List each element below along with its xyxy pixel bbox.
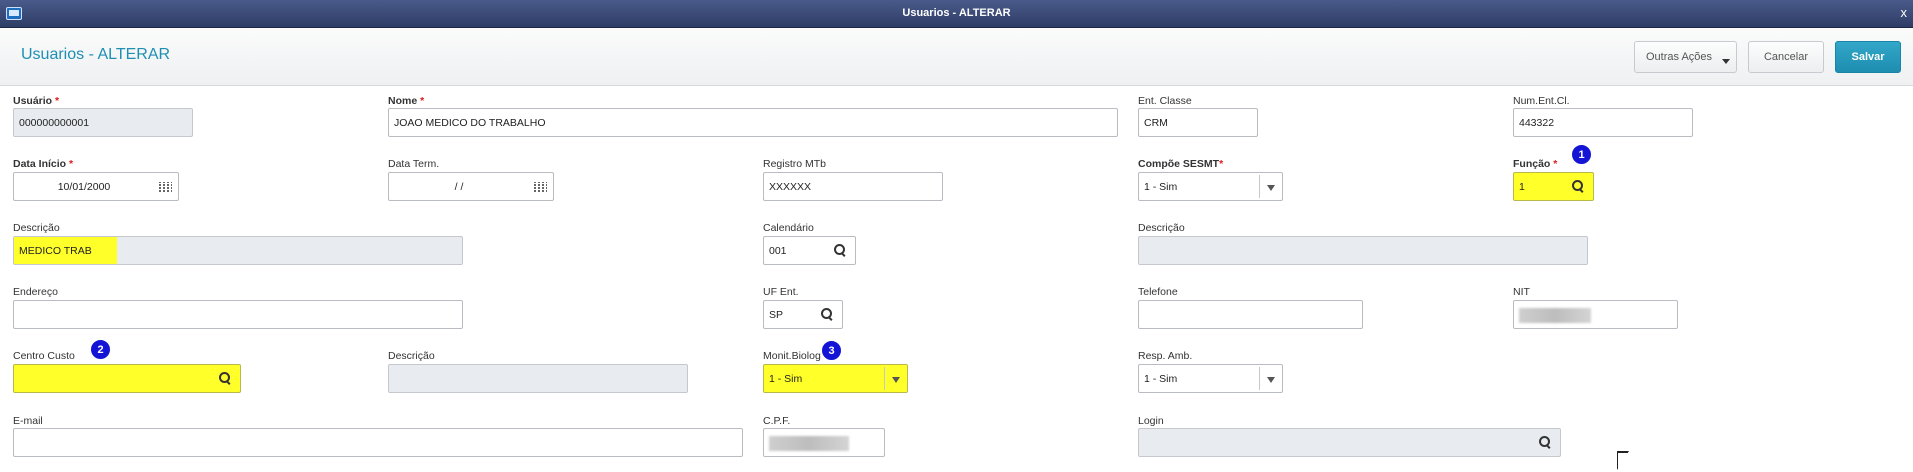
search-icon[interactable] [821,308,835,322]
chevron-down-icon[interactable] [892,377,900,383]
centro-custo-field[interactable] [13,364,241,393]
nit-field[interactable] [1513,300,1678,329]
registro-mtb-label: Registro MTb [763,158,827,170]
search-icon[interactable] [219,372,233,386]
calendario-field[interactable]: 001 [763,236,856,265]
endereco-label: Endereço [13,286,58,298]
search-icon[interactable] [1572,180,1586,194]
calendario-label: Calendário [763,222,814,234]
data-term-value: / / [454,181,464,193]
resp-amb-label: Resp. Amb. [1138,350,1193,362]
dropdown-separator [1259,175,1260,198]
descricao-cc-label: Descrição [388,350,435,362]
funcao-field[interactable]: 1 [1513,172,1594,201]
cpf-label: C.P.F. [763,415,791,427]
uf-ent-label: UF Ent. [763,286,799,298]
ent-classe-field[interactable]: CRM [1138,108,1258,137]
mouse-cursor-fill [1618,453,1628,469]
descricao-funcao-label: Descrição [13,222,60,234]
nome-field[interactable]: JOAO MEDICO DO TRABALHO [388,108,1118,137]
data-inicio-field[interactable]: 10/01/2000 [13,172,179,201]
compoe-sesmt-select[interactable]: 1 - Sim [1138,172,1283,201]
funcao-value: 1 [1519,181,1525,193]
search-icon[interactable] [834,244,848,258]
registro-mtb-value: XXXXXX [769,181,812,193]
uf-ent-field[interactable]: SP [763,300,843,329]
funcao-label: Função * [1513,158,1558,170]
descricao-calendario-label: Descrição [1138,222,1185,234]
redacted-value [1519,308,1591,323]
descricao-funcao-value: MEDICO TRAB [19,245,92,257]
calendario-value: 001 [769,245,787,257]
cancel-button[interactable]: Cancelar [1748,41,1824,73]
email-field[interactable] [13,428,743,457]
descricao-funcao-field: MEDICO TRAB [13,236,463,265]
search-icon[interactable] [1539,436,1553,450]
calendar-icon[interactable] [159,182,172,193]
ent-classe-value: CRM [1144,117,1168,129]
login-field[interactable] [1138,428,1561,457]
page-header: Usuarios - ALTERAR Outras Ações Cancelar… [0,28,1913,86]
window-title-bar: Usuarios - ALTERAR x [0,0,1913,28]
chevron-down-icon[interactable] [1267,377,1275,383]
telefone-field[interactable] [1138,300,1363,329]
descricao-cc-field [388,364,688,393]
calendar-icon[interactable] [534,182,547,193]
data-term-field[interactable]: / / [388,172,554,201]
resp-amb-select[interactable]: 1 - Sim [1138,364,1283,393]
registro-mtb-field[interactable]: XXXXXX [763,172,943,201]
nome-value: JOAO MEDICO DO TRABALHO [394,117,546,129]
num-ent-cl-label: Num.Ent.Cl. [1513,95,1570,107]
data-inicio-value: 10/01/2000 [57,181,111,193]
uf-ent-value: SP [769,309,784,321]
chevron-down-icon[interactable] [1267,185,1275,191]
usuario-field[interactable]: 000000000001 [13,108,193,137]
compoe-sesmt-label: Compõe SESMT* [1138,158,1224,170]
monit-biolog-value: 1 - Sim [769,373,803,385]
outras-acoes-button[interactable]: Outras Ações [1634,41,1737,73]
close-window-icon[interactable]: x [1901,6,1908,20]
num-ent-cl-value: 443322 [1519,117,1555,129]
usuario-label: Usuário * [13,95,60,107]
descricao-calendario-field [1138,236,1588,265]
login-label: Login [1138,415,1164,427]
data-term-label: Data Term. [388,158,440,170]
telefone-label: Telefone [1138,286,1178,298]
usuario-value: 000000000001 [19,117,90,129]
page-title: Usuarios - ALTERAR [21,46,171,63]
callout-badge-3: 3 [821,340,842,361]
ent-classe-label: Ent. Classe [1138,95,1192,107]
num-ent-cl-field[interactable]: 443322 [1513,108,1693,137]
dropdown-separator [1259,367,1260,390]
resp-amb-value: 1 - Sim [1144,373,1178,385]
window-title: Usuarios - ALTERAR [902,7,1011,19]
endereco-field[interactable] [13,300,463,329]
cpf-field[interactable] [763,428,885,457]
monit-biolog-select[interactable]: 1 - Sim [763,364,908,393]
redacted-value [769,436,849,451]
centro-custo-label: Centro Custo [13,350,75,362]
callout-badge-2: 2 [90,339,111,360]
outras-acoes-label: Outras Ações [1646,51,1713,63]
compoe-sesmt-value: 1 - Sim [1144,181,1178,193]
email-label: E-mail [13,415,43,427]
save-button[interactable]: Salvar [1835,41,1901,73]
dropdown-separator [884,367,885,390]
nome-label: Nome * [388,95,425,107]
callout-badge-1: 1 [1571,144,1592,165]
data-inicio-label: Data Início * [13,158,74,170]
chevron-down-icon [1722,59,1730,64]
monit-biolog-label: Monit.Biolog [763,350,821,362]
nit-label: NIT [1513,286,1530,298]
